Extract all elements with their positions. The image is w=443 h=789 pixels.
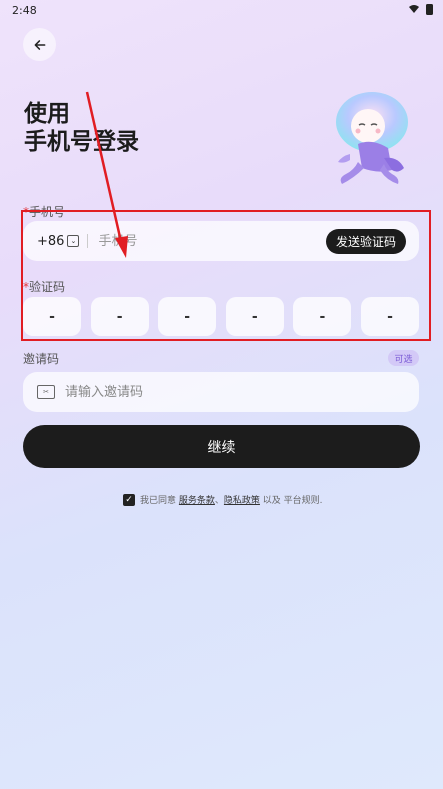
status-time: 2:48 bbox=[12, 4, 37, 17]
arrow-left-icon bbox=[34, 39, 45, 50]
terms-link[interactable]: 服务条款 bbox=[179, 493, 215, 506]
invite-input[interactable] bbox=[63, 383, 367, 401]
wifi-icon bbox=[409, 5, 419, 13]
agree-checkbox[interactable]: ✓ bbox=[123, 493, 135, 506]
ticket-icon: ✂ bbox=[37, 385, 55, 399]
title-line-2: 手机号登录 bbox=[24, 129, 139, 155]
agreement-middle: 以及 bbox=[259, 496, 284, 506]
battery-icon bbox=[426, 3, 433, 15]
continue-button[interactable]: 继续 bbox=[23, 425, 420, 468]
status-icons bbox=[408, 3, 433, 15]
invite-field: ✂ bbox=[23, 372, 419, 412]
invite-label: 邀请码 bbox=[23, 352, 60, 366]
optional-badge: 可选 bbox=[388, 350, 419, 366]
agreement-separator: 、 bbox=[214, 496, 224, 506]
page-title: 使用 手机号登录 bbox=[24, 100, 244, 156]
title-line-1: 使用 bbox=[24, 101, 70, 127]
privacy-link[interactable]: 隐私政策 bbox=[224, 493, 260, 506]
agreement-prefix: 我已同意 bbox=[140, 496, 177, 506]
agreement-suffix: 平台规则. bbox=[283, 496, 323, 506]
mascot-illustration bbox=[336, 92, 408, 184]
annotation-highlight-box bbox=[21, 210, 431, 341]
back-button[interactable] bbox=[23, 28, 56, 61]
status-bar: 2:48 bbox=[0, 0, 443, 22]
agreement-row: ✓ 我已同意 服务条款、隐私政策 以及 平台规则. bbox=[123, 493, 323, 506]
